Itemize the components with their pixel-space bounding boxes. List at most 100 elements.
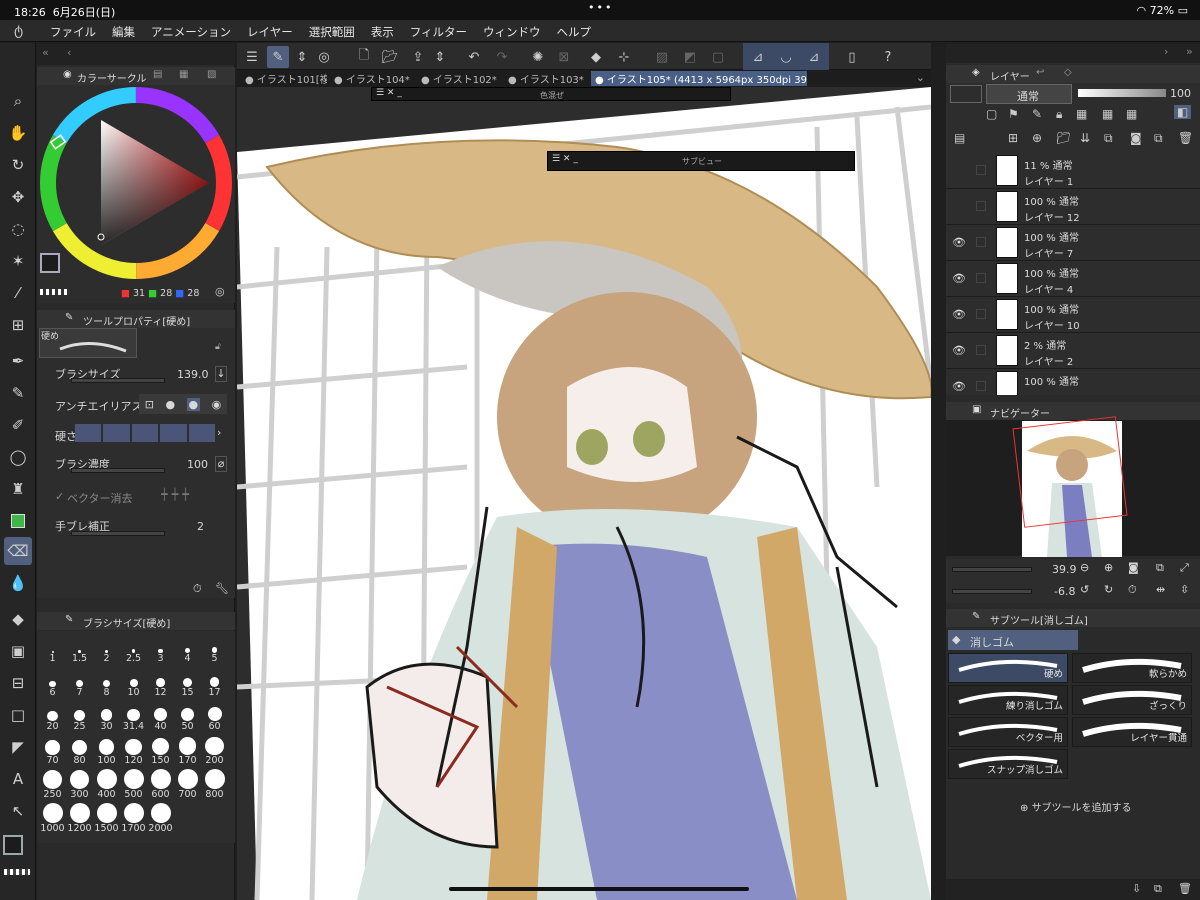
- blend-mode-select[interactable]: 通常: [986, 84, 1072, 104]
- multitask-dots-icon[interactable]: •••: [588, 1, 613, 14]
- new-vector-layer-icon[interactable]: ⊕: [1032, 131, 1042, 145]
- color-tab-icon-4[interactable]: ▧: [207, 69, 216, 80]
- magic-wand-icon[interactable]: ✶: [4, 247, 32, 275]
- brush-size-option[interactable]: 500: [120, 769, 147, 802]
- antialias-medium-icon[interactable]: ●: [186, 397, 201, 411]
- menu-layer[interactable]: レイヤー: [247, 24, 293, 40]
- layer-color-select[interactable]: [950, 85, 982, 103]
- import-subtool-icon[interactable]: ⇩: [1132, 882, 1141, 895]
- brush-size-option[interactable]: 10: [120, 667, 147, 700]
- subtool-item[interactable]: 硬め: [948, 653, 1068, 683]
- export-options-icon[interactable]: ⇕: [429, 46, 451, 68]
- copy-layer-icon[interactable]: ⧉: [1154, 131, 1163, 146]
- subtool-item[interactable]: ベクター用: [948, 717, 1068, 747]
- fill-icon[interactable]: ◆: [4, 605, 32, 633]
- brush-size-option[interactable]: 80: [66, 735, 93, 768]
- fill-bucket-icon[interactable]: ◆: [585, 46, 607, 68]
- tab-illust-102[interactable]: ● イラスト102*: [417, 71, 501, 86]
- color-settings-icon[interactable]: ◎: [215, 285, 225, 298]
- antialias-weak-icon[interactable]: ●: [165, 398, 175, 411]
- opacity-slider[interactable]: [1078, 89, 1166, 97]
- float-window-controls[interactable]: ☰ ✕ _: [376, 88, 402, 98]
- undo-icon[interactable]: ↶: [463, 46, 485, 68]
- brush-size-option[interactable]: 2: [93, 633, 120, 666]
- invert-selection-icon[interactable]: ◩: [679, 46, 701, 68]
- brush-size-option[interactable]: 170: [174, 735, 201, 768]
- menu-icon[interactable]: ☰: [241, 46, 263, 68]
- menu-animation[interactable]: アニメーション: [151, 24, 231, 40]
- subtool-item[interactable]: 練り消しゴム: [948, 685, 1068, 715]
- text-icon[interactable]: A: [4, 765, 32, 793]
- rotate-left-icon[interactable]: ↺: [1080, 583, 1089, 596]
- brush-size-option[interactable]: 100: [93, 735, 120, 768]
- transform-icon[interactable]: ⊠: [553, 46, 575, 68]
- brush-size-option[interactable]: 40: [147, 701, 174, 734]
- ruler-range-icon[interactable]: ▦: [1126, 107, 1137, 121]
- brush-size-option[interactable]: 8: [93, 667, 120, 700]
- brush-size-option[interactable]: 5: [201, 633, 228, 666]
- new-folder-icon[interactable]: 📁︎: [1056, 131, 1071, 145]
- new-file-icon[interactable]: 🗋︎: [353, 46, 375, 68]
- new-raster-layer-icon[interactable]: ⊞: [1008, 131, 1018, 145]
- layer-lock-toggle[interactable]: [976, 237, 986, 247]
- brush-size-option[interactable]: 1000: [39, 803, 66, 836]
- density-value[interactable]: 100: [187, 458, 208, 471]
- eye-icon[interactable]: 👁︎: [952, 344, 966, 358]
- collapse-left-icon[interactable]: «: [42, 46, 49, 59]
- transfer-down-icon[interactable]: ⇊: [1080, 131, 1090, 145]
- zoom-value[interactable]: 39.9: [1052, 563, 1077, 576]
- grid-snap-icon[interactable]: ⊿: [803, 46, 825, 68]
- loading-icon[interactable]: ✺: [527, 46, 549, 68]
- decoration-icon[interactable]: [4, 507, 32, 535]
- brush-size-option[interactable]: 600: [147, 769, 174, 802]
- menu-selection[interactable]: 選択範囲: [309, 24, 355, 40]
- subtool-item[interactable]: スナップ消しゴム: [948, 749, 1068, 779]
- subtool-item[interactable]: 軟らかめ: [1072, 653, 1192, 683]
- clip-icon[interactable]: ◎: [313, 46, 335, 68]
- pencil-icon[interactable]: ✎: [4, 379, 32, 407]
- layer-lock-toggle[interactable]: [976, 273, 986, 283]
- merge-layer-icon[interactable]: ⧉: [1104, 131, 1113, 146]
- brush-icon[interactable]: ✐: [4, 411, 32, 439]
- vector-erase-checkbox[interactable]: ✓: [55, 490, 64, 503]
- vector-erase-modes[interactable]: ┿┿┿: [161, 488, 193, 501]
- copy-subtool-icon[interactable]: ⧉: [1154, 882, 1162, 896]
- transparent-color-icon[interactable]: [4, 869, 30, 875]
- tab-illust-105[interactable]: ● イラスト105* (4413 x 5964px 350dpi 39.9%): [591, 71, 807, 86]
- grid-icon[interactable]: ⊞: [4, 311, 32, 339]
- layer-mask-icon[interactable]: ▦: [1102, 107, 1113, 121]
- lasso-icon[interactable]: ◌: [4, 215, 32, 243]
- brush-size-slider[interactable]: [71, 378, 165, 383]
- brush-size-option[interactable]: 25: [66, 701, 93, 734]
- brush-size-option[interactable]: 250: [39, 769, 66, 802]
- fit-screen-icon[interactable]: ◙: [1128, 561, 1139, 574]
- stabilization-slider[interactable]: [71, 531, 165, 536]
- clip-layer-icon[interactable]: ▢: [986, 107, 997, 121]
- rotation-value[interactable]: -6.8: [1054, 585, 1075, 598]
- color-tab-icon-3[interactable]: ▦: [179, 69, 188, 80]
- menu-edit[interactable]: 編集: [112, 24, 135, 40]
- subview-window[interactable]: ☰ ✕ _ サブビュー: [547, 151, 855, 171]
- brush-size-value[interactable]: 139.0: [177, 368, 209, 381]
- move-icon[interactable]: ✥: [4, 183, 32, 211]
- export-icon[interactable]: ⇪: [407, 46, 429, 68]
- density-pressure-icon[interactable]: ⌀: [215, 456, 227, 472]
- layer-row[interactable]: 👁︎ 100 % 通常 レイヤー 4: [946, 261, 1200, 297]
- brush-size-option[interactable]: 300: [66, 769, 93, 802]
- stabilization-value[interactable]: 2: [197, 520, 204, 533]
- brush-size-option[interactable]: 4: [174, 633, 201, 666]
- wrench-icon[interactable]: 🔧︎: [215, 582, 229, 595]
- frame-icon[interactable]: ⊟: [4, 669, 32, 697]
- brush-size-option[interactable]: 1500: [93, 803, 120, 836]
- eyedropper-icon[interactable]: ⁄: [4, 279, 32, 307]
- brush-size-option[interactable]: 800: [201, 769, 228, 802]
- antialias-selector[interactable]: ⊡ ● ● ◉: [139, 394, 227, 414]
- main-color-swatch[interactable]: [3, 835, 23, 855]
- delete-layer-icon[interactable]: 🗑︎: [1178, 131, 1193, 145]
- navigator-option-icon[interactable]: ⧉: [1156, 561, 1164, 575]
- layer-row[interactable]: 👁︎ 100 % 通常 レイヤー 7: [946, 225, 1200, 261]
- zoom-out-icon[interactable]: ⊖: [1080, 561, 1089, 574]
- subtool-item[interactable]: レイヤー貫通: [1072, 717, 1192, 747]
- open-folder-icon[interactable]: 📂︎: [379, 46, 401, 68]
- tablet-icon[interactable]: ▯: [841, 46, 863, 68]
